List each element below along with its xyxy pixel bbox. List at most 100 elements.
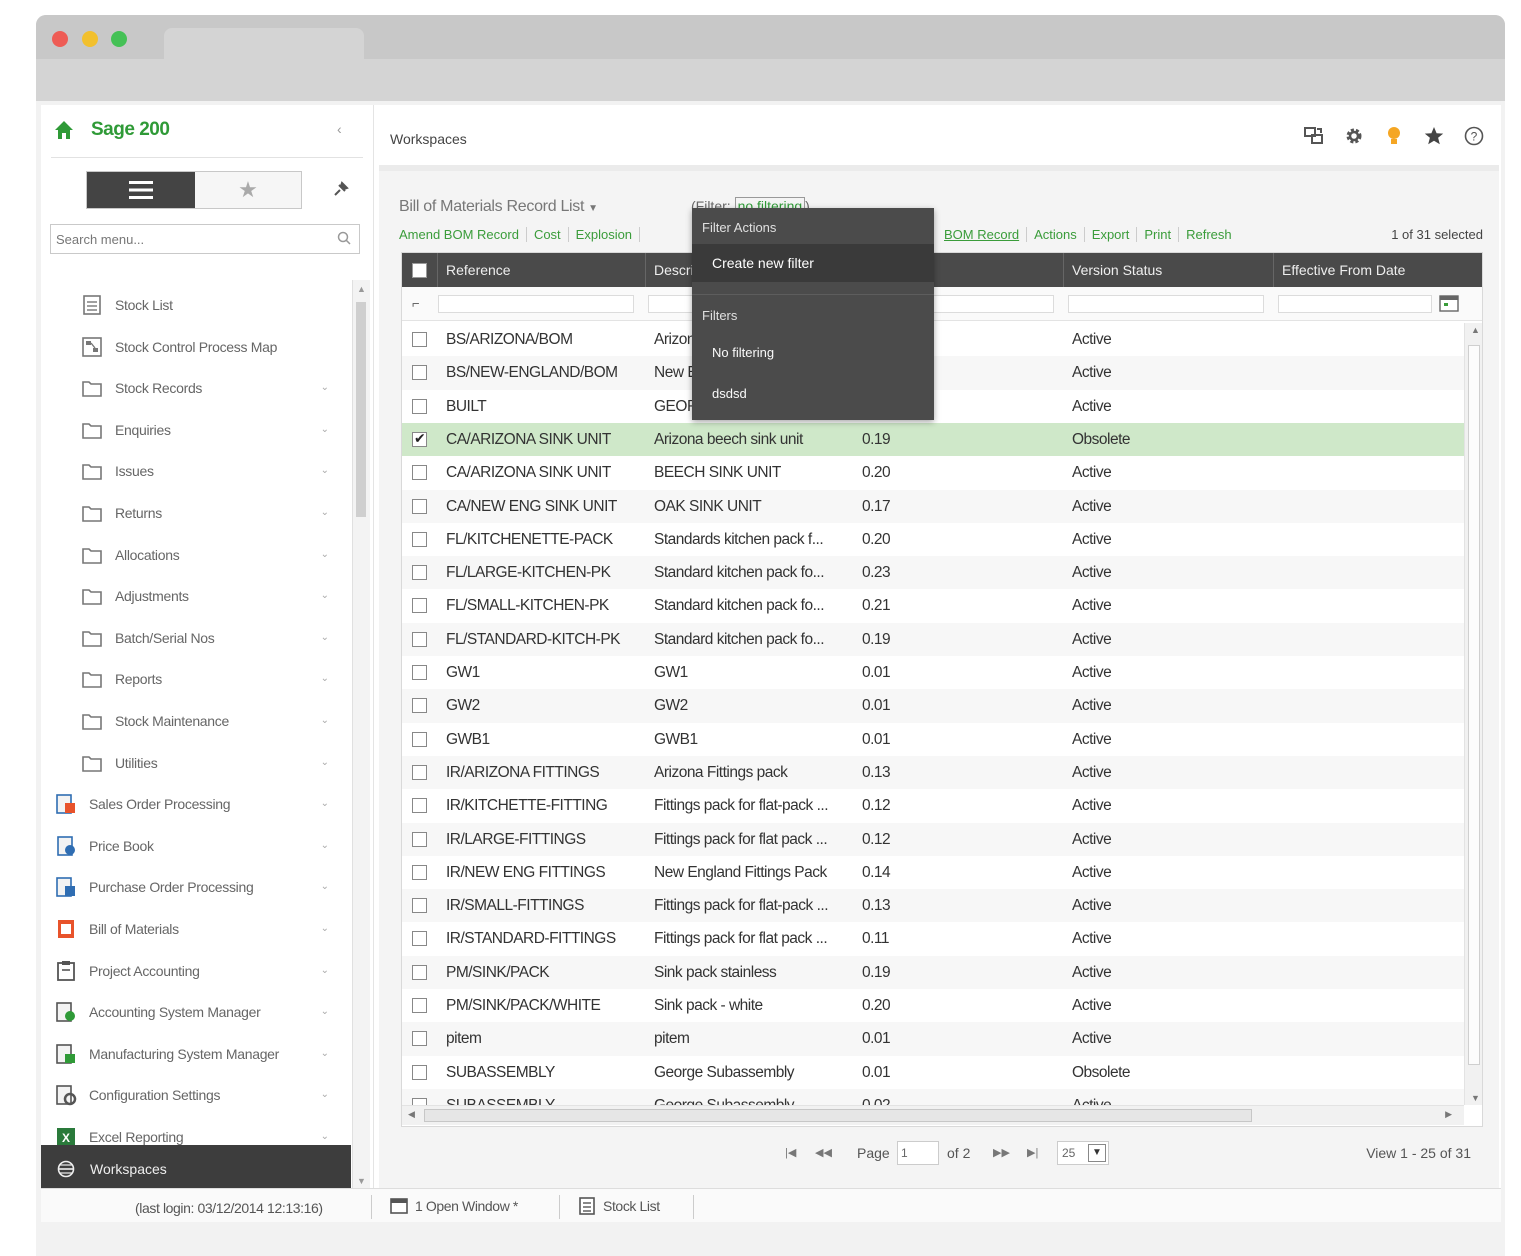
row-checkbox[interactable]: [412, 332, 427, 347]
browser-tab[interactable]: [164, 28, 364, 59]
row-checkbox[interactable]: [412, 698, 427, 714]
sidebar-item[interactable]: Price Book ⌄: [41, 829, 341, 863]
table-row[interactable]: CA/ARIZONA SINK UNIT Arizona beech sink u…: [402, 422, 1464, 457]
chevron-down-icon[interactable]: ⌄: [321, 632, 329, 643]
sidebar-item[interactable]: Stock Maintenance ⌄: [41, 704, 341, 738]
row-checkbox[interactable]: [412, 531, 427, 547]
table-row[interactable]: GWB1 GWB1 0.01 Active: [402, 723, 1464, 756]
action-link[interactable]: Explosion: [569, 227, 641, 242]
search-menu-field[interactable]: [50, 224, 360, 254]
scroll-down-icon[interactable]: ▼: [1471, 1093, 1480, 1103]
chevron-down-icon[interactable]: ⌄: [321, 673, 329, 684]
action-link[interactable]: Export: [1085, 227, 1138, 242]
chevron-down-icon[interactable]: ⌄: [321, 840, 329, 851]
chevron-down-icon[interactable]: ⌄: [321, 715, 329, 726]
sidebar-item[interactable]: Returns ⌄: [41, 496, 341, 530]
page-size-select[interactable]: 25 ▼: [1057, 1141, 1109, 1165]
row-checkbox[interactable]: [412, 964, 427, 980]
table-row[interactable]: IR/NEW ENG FITTINGS New England Fittings …: [402, 856, 1464, 889]
row-checkbox[interactable]: [412, 1031, 427, 1047]
column-reference[interactable]: Reference: [438, 253, 646, 287]
table-row[interactable]: IR/SMALL-FITTINGS Fittings pack for flat-…: [402, 889, 1464, 923]
row-checkbox[interactable]: [412, 398, 427, 414]
sidebar-item[interactable]: Allocations ⌄: [41, 538, 341, 572]
table-row[interactable]: IR/LARGE-FITTINGS Fittings pack for flat …: [402, 822, 1464, 856]
chevron-down-icon[interactable]: ▼: [1088, 1144, 1106, 1162]
sidebar-item[interactable]: Stock List: [41, 288, 341, 322]
chevron-down-icon[interactable]: ⌄: [321, 798, 329, 809]
search-menu-input[interactable]: [51, 225, 321, 253]
table-row[interactable]: PM/SINK/PACK Sink pack stainless 0.19 Activ…: [402, 955, 1464, 989]
row-checkbox[interactable]: [412, 731, 427, 747]
gear-icon[interactable]: [1343, 125, 1365, 147]
row-checkbox[interactable]: [412, 764, 427, 780]
favourites-tab[interactable]: ★: [195, 172, 301, 208]
table-row[interactable]: IR/ARIZONA FITTINGS Arizona Fittings pack…: [402, 755, 1464, 790]
column-effective-from-date[interactable]: Effective From Date: [1274, 253, 1482, 287]
first-page-icon[interactable]: |◀: [785, 1146, 796, 1159]
table-row[interactable]: GW2 GW2 0.01 Active: [402, 689, 1464, 723]
open-windows-item[interactable]: 1 Open Window *: [389, 1196, 518, 1216]
pin-icon[interactable]: [333, 181, 349, 197]
filter-effective-date[interactable]: [1278, 295, 1432, 313]
grid-vertical-scrollbar[interactable]: ▲ ▼: [1464, 323, 1482, 1105]
chevron-down-icon[interactable]: ⌄: [321, 382, 329, 393]
row-checkbox[interactable]: [412, 831, 427, 847]
list-title[interactable]: Bill of Materials Record List ▼: [399, 198, 598, 216]
row-checkbox[interactable]: [412, 430, 427, 447]
minimize-window-dot[interactable]: [82, 31, 98, 47]
row-checkbox[interactable]: [412, 898, 427, 914]
sidebar-item[interactable]: Utilities ⌄: [41, 746, 341, 780]
scrollbar-thumb[interactable]: [1468, 345, 1480, 1065]
action-link[interactable]: Amend BOM Record: [399, 227, 527, 242]
chevron-down-icon[interactable]: ⌄: [321, 757, 329, 768]
table-row[interactable]: SUBASSEMBLY George Subassembly 0.01 Obsolet…: [402, 1056, 1464, 1089]
column-version-status[interactable]: Version Status: [1064, 253, 1274, 287]
sidebar-item[interactable]: Configuration Settings ⌄: [41, 1078, 341, 1112]
lightbulb-icon[interactable]: [1383, 125, 1405, 147]
row-checkbox[interactable]: [412, 465, 427, 481]
row-checkbox[interactable]: [412, 998, 427, 1013]
table-row[interactable]: FL/SMALL-KITCHEN-PK Standard kitchen pack…: [402, 589, 1464, 622]
close-window-dot[interactable]: [52, 31, 68, 47]
select-all-checkbox[interactable]: [412, 263, 427, 278]
sidebar-item-workspaces[interactable]: Workspaces: [41, 1145, 351, 1192]
sidebar-item[interactable]: Issues ⌄: [41, 454, 341, 488]
row-checkbox[interactable]: [412, 931, 427, 947]
menu-tab[interactable]: [87, 172, 195, 208]
chevron-down-icon[interactable]: ⌄: [321, 424, 329, 435]
brand[interactable]: Sage 200: [53, 115, 170, 145]
star-icon[interactable]: [1423, 125, 1445, 147]
sidebar-item[interactable]: Project Accounting ⌄: [41, 954, 341, 988]
grid-horizontal-scrollbar[interactable]: ◀ ▶: [402, 1105, 1464, 1125]
sidebar-item[interactable]: Sales Order Processing ⌄: [41, 787, 341, 821]
chevron-down-icon[interactable]: ⌄: [321, 549, 329, 560]
sidebar-item[interactable]: Adjustments ⌄: [41, 579, 341, 613]
action-link[interactable]: Actions: [1027, 227, 1085, 242]
table-row[interactable]: IR/STANDARD-FITTINGS Fittings pack for fl…: [402, 922, 1464, 955]
filter-option-no-filtering[interactable]: No filtering: [712, 345, 774, 360]
chevron-down-icon[interactable]: ⌄: [321, 465, 329, 476]
row-checkbox[interactable]: [412, 598, 427, 614]
table-row[interactable]: PM/SINK/PACK/WHITE Sink pack - white 0.20 A…: [402, 989, 1464, 1022]
chevron-down-icon[interactable]: ⌄: [321, 1006, 329, 1017]
row-checkbox[interactable]: [412, 498, 427, 514]
action-link[interactable]: BOM Record: [937, 227, 1028, 242]
switch-company-icon[interactable]: [1303, 125, 1325, 147]
table-row[interactable]: CA/ARIZONA SINK UNIT BEECH SINK UNIT 0.20 A…: [402, 456, 1464, 489]
sidebar-item[interactable]: Batch/Serial Nos ⌄: [41, 621, 341, 655]
row-checkbox[interactable]: [412, 864, 427, 880]
action-link[interactable]: Print: [1137, 227, 1180, 242]
sidebar-item[interactable]: Stock Records ⌄: [41, 371, 341, 405]
filter-option-dsdsd[interactable]: dsdsd: [712, 386, 747, 401]
chevron-down-icon[interactable]: ⌄: [321, 881, 329, 892]
row-checkbox[interactable]: [412, 565, 427, 581]
scrollbar-thumb[interactable]: [424, 1109, 1252, 1122]
row-checkbox[interactable]: [412, 1064, 427, 1080]
sidebar-item[interactable]: Accounting System Manager ⌄: [41, 995, 341, 1029]
table-row[interactable]: FL/KITCHENETTE-PACK Standards kitchen pac…: [402, 523, 1464, 556]
sidebar-scrollbar[interactable]: ▲ ▼: [352, 280, 370, 1190]
create-new-filter-item[interactable]: Create new filter: [692, 244, 934, 282]
sidebar-item[interactable]: Reports ⌄: [41, 662, 341, 696]
chevron-down-icon[interactable]: ⌄: [321, 1048, 329, 1059]
